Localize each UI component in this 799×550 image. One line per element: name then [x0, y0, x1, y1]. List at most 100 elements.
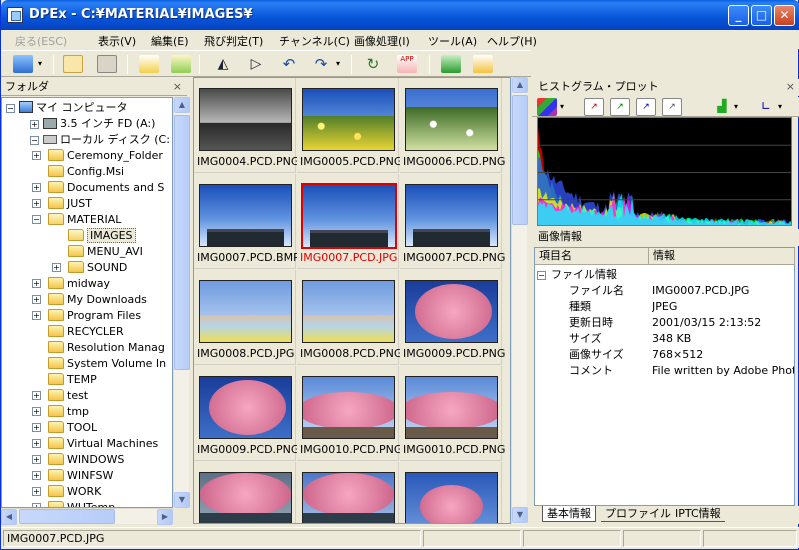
- thumbnail-item[interactable]: IMG0008.PCD.JPG: [194, 270, 296, 365]
- thumbnail-item[interactable]: IMG0005.PCD.PNG: [297, 78, 402, 173]
- tree-folder-item[interactable]: + SOUND: [52, 260, 127, 276]
- expand-toggle-icon[interactable]: +: [32, 311, 41, 320]
- tree-item-floppy[interactable]: +3.5 インチ FD (A:): [30, 116, 155, 132]
- expand-toggle-icon[interactable]: +: [32, 407, 41, 416]
- hist-mode-icon[interactable]: ▟: [712, 98, 732, 116]
- green-hist-icon[interactable]: ↗: [610, 98, 630, 116]
- tree-folder-item[interactable]: MENU_AVI: [68, 244, 143, 260]
- thumbnail-image[interactable]: [405, 472, 498, 523]
- thumbnail-image[interactable]: [302, 472, 395, 523]
- thumbnail-image[interactable]: [405, 184, 498, 247]
- thumbnail-image[interactable]: [405, 376, 498, 439]
- tab-basic-info[interactable]: 基本情報: [542, 506, 596, 522]
- tree-folder-item[interactable]: + tmp: [32, 404, 89, 420]
- close-button[interactable]: ✕: [774, 5, 795, 26]
- export-icon[interactable]: [441, 55, 461, 73]
- thumbnail-image[interactable]: [302, 376, 395, 439]
- blue-hist-icon[interactable]: ↗: [636, 98, 656, 116]
- expand-toggle-icon[interactable]: +: [32, 487, 41, 496]
- scroll-right-icon[interactable]: ▶: [157, 509, 173, 525]
- properties-icon[interactable]: [97, 55, 117, 73]
- tree-folder-item[interactable]: Config.Msi: [48, 164, 124, 180]
- thumbnail-item[interactable]: IMG0010.PCD.PNG: [297, 366, 402, 461]
- tree-folder-item[interactable]: + midway: [32, 276, 110, 292]
- thumbnail-item[interactable]: [400, 462, 502, 523]
- tree-folder-item[interactable]: + Program Files: [32, 308, 141, 324]
- expand-toggle-icon[interactable]: +: [32, 295, 41, 304]
- folder-tree-hscroll[interactable]: ◀ ▶: [1, 508, 173, 525]
- expand-toggle-icon[interactable]: +: [32, 423, 41, 432]
- send-icon[interactable]: [473, 55, 493, 73]
- expand-toggle-icon[interactable]: +: [32, 471, 41, 480]
- tree-folder-item[interactable]: + WUTemp: [32, 500, 115, 507]
- thumbnail-item[interactable]: IMG0006.PCD.PNG: [400, 78, 505, 173]
- luma-hist-icon[interactable]: ↗: [662, 98, 682, 116]
- channel-dropdown-icon[interactable]: ▾: [560, 98, 568, 116]
- view-mode-icon[interactable]: [13, 55, 33, 73]
- thumbnail-item[interactable]: IMG0010.PCD.PNG: [400, 366, 505, 461]
- tree-folder-item[interactable]: + WORK: [32, 484, 101, 500]
- expand-toggle-icon[interactable]: +: [32, 199, 41, 208]
- expand-toggle-icon[interactable]: +: [32, 279, 41, 288]
- menu-channel[interactable]: チャンネル(C): [279, 33, 350, 49]
- tree-folder-item[interactable]: System Volume In: [48, 356, 166, 372]
- red-hist-icon[interactable]: ↗: [584, 98, 604, 116]
- folder-tree[interactable]: − マイ コンピュータ +3.5 インチ FD (A:) − ローカル ディスク (…: [1, 97, 173, 508]
- menu-image[interactable]: 画像処理(I): [354, 33, 410, 49]
- tree-folder-item[interactable]: + WINFSW: [32, 468, 113, 484]
- tab-profile[interactable]: プロファイル: [601, 506, 675, 522]
- axis-icon[interactable]: ∟: [756, 98, 776, 116]
- hscroll-thumb[interactable]: [19, 509, 115, 524]
- app-launch-icon[interactable]: APP: [397, 55, 417, 73]
- thumbnail-item[interactable]: IMG0008.PCD.PNG: [297, 270, 402, 365]
- thumbnail-item[interactable]: IMG0007.PCD.BMP: [194, 174, 300, 269]
- thumbnail-item[interactable]: IMG0009.PCD.PNG: [400, 270, 505, 365]
- move-folder-icon[interactable]: [171, 55, 191, 73]
- tree-folder-item[interactable]: + test: [32, 388, 88, 404]
- grid-scroll-up-icon[interactable]: ▲: [512, 77, 528, 93]
- folder-panel-close-icon[interactable]: ×: [173, 79, 182, 95]
- scroll-down-icon[interactable]: ▼: [174, 492, 190, 508]
- rotate-dropdown-icon[interactable]: ▾: [333, 55, 343, 73]
- thumbnail-item[interactable]: [297, 462, 399, 523]
- menu-view[interactable]: 表示(V): [98, 33, 136, 49]
- thumbnail-image[interactable]: [405, 280, 498, 343]
- info-group[interactable]: − ファイル情報: [537, 268, 617, 283]
- col-header-info[interactable]: 情報: [649, 248, 795, 265]
- thumbnail-item[interactable]: IMG0009.PCD.PNG: [194, 366, 299, 461]
- scroll-left-icon[interactable]: ◀: [1, 509, 17, 525]
- tree-folder-item[interactable]: + Documents and S: [32, 180, 164, 196]
- rotate-left-icon[interactable]: ↶: [279, 55, 299, 73]
- menu-help[interactable]: ヘルプ(H): [487, 33, 537, 49]
- view-dropdown-icon[interactable]: ▾: [35, 55, 45, 73]
- tree-folder-item[interactable]: − MATERIAL: [32, 212, 121, 228]
- rotate-right-icon[interactable]: ↷: [311, 55, 331, 73]
- col-header-item[interactable]: 項目名: [535, 248, 649, 265]
- thumbnail-grid[interactable]: IMG0004.PCD.PNG IMG0005.PCD.PNG IMG0006.PC…: [193, 77, 511, 524]
- thumbnail-image[interactable]: [302, 280, 395, 343]
- refresh-icon[interactable]: ↻: [363, 55, 383, 73]
- tree-folder-item[interactable]: + My Downloads: [32, 292, 147, 308]
- thumbnail-image[interactable]: [302, 88, 395, 151]
- scroll-up-icon[interactable]: ▲: [174, 97, 190, 113]
- thumbnail-item[interactable]: IMG0004.PCD.PNG: [194, 78, 299, 173]
- thumbnail-item[interactable]: IMG0007.PCD.PNG: [400, 174, 505, 269]
- menu-edit[interactable]: 編集(E): [151, 33, 189, 49]
- tree-folder-item[interactable]: RECYCLER: [48, 324, 124, 340]
- grid-scroll-thumb[interactable]: [512, 95, 528, 225]
- thumbnail-image[interactable]: [301, 183, 397, 249]
- thumbnail-image[interactable]: [199, 376, 292, 439]
- thumbnail-image[interactable]: [405, 88, 498, 151]
- flip-horizontal-icon[interactable]: ◭: [213, 55, 233, 73]
- expand-toggle-icon[interactable]: +: [32, 439, 41, 448]
- tree-folder-item[interactable]: TEMP: [48, 372, 97, 388]
- grid-scrollbar[interactable]: ▲ ▼: [511, 77, 528, 524]
- axis-dropdown-icon[interactable]: ▾: [778, 98, 786, 116]
- tree-item-computer[interactable]: − マイ コンピュータ: [6, 100, 128, 116]
- scroll-thumb[interactable]: [174, 115, 190, 370]
- expand-toggle-icon[interactable]: +: [32, 151, 41, 160]
- thumbnail-image[interactable]: [199, 88, 292, 151]
- thumbnail-image[interactable]: [199, 184, 292, 247]
- folder-icon[interactable]: [63, 55, 83, 73]
- tree-folder-item[interactable]: + WINDOWS: [32, 452, 124, 468]
